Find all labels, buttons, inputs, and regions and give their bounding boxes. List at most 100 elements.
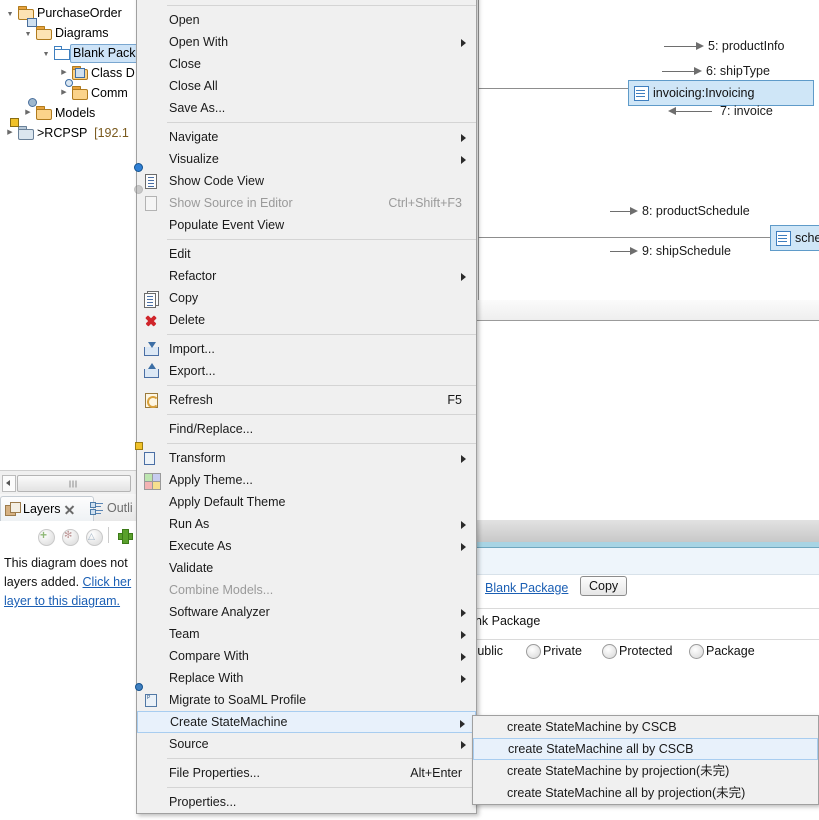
tree-item-diagrams[interactable]: ▲Diagrams (0, 23, 140, 43)
submenu-item-create-statemachine-by-cscb[interactable]: create StateMachine by CSCB (473, 716, 818, 738)
menu-item-validate[interactable]: Validate (137, 557, 476, 579)
menu-item-migrate-to-soaml-profile[interactable]: PMigrate to SoaML Profile (137, 689, 476, 711)
layers-toolbar: + ✻ △ (0, 521, 140, 549)
visibility-package-radio[interactable] (689, 644, 704, 659)
menu-item-label: Apply Theme... (169, 469, 253, 491)
menu-item-apply-theme[interactable]: Apply Theme... (137, 469, 476, 491)
blank-package-link[interactable]: Blank Package (485, 581, 568, 595)
layers-view: Layers Outli + ✻ △ This diagram does not… (0, 494, 140, 820)
layers-message-line2: layers added. (4, 575, 83, 589)
submenu-item-label: create StateMachine by CSCB (507, 716, 677, 738)
layers-message-link1[interactable]: Click her (83, 575, 132, 589)
explorer-horizontal-scrollbar[interactable] (0, 470, 140, 495)
twisty-expanded-icon[interactable]: ▲ (40, 43, 52, 63)
menu-item-label: Software Analyzer (169, 601, 270, 623)
menu-item-label: Source (169, 733, 209, 755)
menu-separator (167, 5, 476, 6)
visibility-private-radio[interactable] (526, 644, 541, 659)
menu-item-label: Validate (169, 557, 213, 579)
tree-item-label: Blank Pack (70, 44, 139, 63)
diagrams-folder-icon (36, 26, 52, 41)
visibility-private-label[interactable]: Private (543, 644, 582, 658)
export-icon (143, 363, 159, 379)
submenu-item-create-statemachine-all-by-projection[interactable]: create StateMachine all by projection(未完… (473, 782, 818, 804)
menu-item-delete[interactable]: Delete (137, 309, 476, 331)
menu-item-edit[interactable]: Edit (137, 243, 476, 265)
menu-item-show-source-in-editor: Show Source in EditorCtrl+Shift+F3 (137, 192, 476, 214)
menu-item-file-properties[interactable]: File Properties...Alt+Enter (137, 762, 476, 784)
menu-item-refactor[interactable]: Refactor (137, 265, 476, 287)
menu-item-compare-with[interactable]: Compare With (137, 645, 476, 667)
tree-item-rcpsp-192-1[interactable]: ▶>RCPSP [192.1 (0, 123, 140, 143)
name-field-value[interactable]: ank Package (468, 614, 540, 628)
menu-item-label: Import... (169, 338, 215, 360)
tree-item-blank-pack[interactable]: ▲ Blank Pack (0, 43, 140, 63)
menu-item-label: Visualize (169, 148, 219, 170)
visibility-package-label[interactable]: Package (706, 644, 755, 658)
visibility-protected-radio[interactable] (602, 644, 617, 659)
tab-outline[interactable]: Outli (86, 496, 137, 521)
menu-item-find-replace[interactable]: Find/Replace... (137, 418, 476, 440)
menu-item-execute-as[interactable]: Execute As (137, 535, 476, 557)
class-diagram-icon (72, 66, 88, 81)
menu-item-label: Delete (169, 309, 205, 331)
scroll-left-arrow-icon[interactable] (2, 475, 16, 492)
layers-message-link2[interactable]: layer to this diagram. (4, 594, 120, 608)
submenu-item-create-statemachine-by-projection[interactable]: create StateMachine by projection(未完) (473, 760, 818, 782)
menu-item-replace-with[interactable]: Replace With (137, 667, 476, 689)
menu-item-import[interactable]: Import... (137, 338, 476, 360)
new-layer-icon[interactable] (118, 529, 131, 542)
models-folder-icon (36, 106, 52, 121)
menu-item-apply-default-theme[interactable]: Apply Default Theme (137, 491, 476, 513)
menu-item-copy[interactable]: Copy (137, 287, 476, 309)
menu-item-label: Show Source in Editor (169, 192, 293, 214)
create-statemachine-submenu[interactable]: create StateMachine by CSCBcreate StateM… (472, 715, 819, 805)
close-icon[interactable] (64, 504, 75, 515)
menu-item-create-statemachine[interactable]: Create StateMachine (137, 711, 476, 733)
tab-layers[interactable]: Layers (0, 496, 94, 522)
menu-item-transform[interactable]: Transform (137, 447, 476, 469)
menu-item-close[interactable]: Close (137, 53, 476, 75)
menu-item-software-analyzer[interactable]: Software Analyzer (137, 601, 476, 623)
menu-item-visualize[interactable]: Visualize (137, 148, 476, 170)
menu-item-show-code-view[interactable]: Show Code View (137, 170, 476, 192)
project-explorer-tree[interactable]: ▲PurchaseOrder▲Diagrams▲Blank Pack▶Class… (0, 0, 140, 470)
menu-item-populate-event-view[interactable]: Populate Event View (137, 214, 476, 236)
tree-item-models[interactable]: ▶Models (0, 103, 140, 123)
tree-item-label: PurchaseOrder (37, 3, 122, 23)
tree-item-purchaseorder[interactable]: ▲ PurchaseOrder (0, 3, 140, 23)
node-scheduling[interactable]: scheduling:Scheduling (770, 225, 819, 251)
menu-item-label: Properties... (169, 791, 236, 813)
visibility-protected-label[interactable]: Protected (619, 644, 673, 658)
tree-item-label: Diagrams (55, 23, 109, 43)
twisty-expanded-icon[interactable]: ▲ (4, 3, 16, 23)
menu-item-label: Team (169, 623, 200, 645)
menu-item-open[interactable]: Open (137, 9, 476, 31)
context-menu[interactable]: OpenOpen WithCloseClose AllSave As... Nav… (136, 0, 477, 814)
menu-item-save-as[interactable]: Save As... (137, 97, 476, 119)
menu-item-label: Open (169, 9, 200, 31)
message-7-label: 7: invoice (720, 104, 773, 118)
context-menu-clipped-item[interactable] (137, 0, 476, 2)
message-7-arrowhead-icon (668, 107, 676, 115)
copy-button[interactable]: Copy (580, 576, 627, 596)
scrollbar-thumb[interactable] (17, 475, 131, 492)
message-9-label: 9: shipSchedule (642, 244, 731, 258)
menu-item-close-all[interactable]: Close All (137, 75, 476, 97)
menu-item-label: Navigate (169, 126, 218, 148)
menu-item-open-with[interactable]: Open With (137, 31, 476, 53)
node-invoicing[interactable]: invoicing:Invoicing (628, 80, 814, 106)
menu-item-properties[interactable]: Properties... (137, 791, 476, 813)
tree-item-comm[interactable]: ▶Comm (0, 83, 140, 103)
submenu-arrow-icon (461, 609, 466, 617)
menu-item-run-as[interactable]: Run As (137, 513, 476, 535)
menu-item-refresh[interactable]: RefreshF5 (137, 389, 476, 411)
menu-item-navigate[interactable]: Navigate (137, 126, 476, 148)
menu-item-source[interactable]: Source (137, 733, 476, 755)
submenu-item-create-statemachine-all-by-cscb[interactable]: create StateMachine all by CSCB (473, 738, 818, 760)
menu-item-export[interactable]: Export... (137, 360, 476, 382)
menu-separator (167, 443, 476, 444)
scheduling-connector (478, 237, 778, 238)
menu-item-team[interactable]: Team (137, 623, 476, 645)
menu-item-label: Replace With (169, 667, 243, 689)
